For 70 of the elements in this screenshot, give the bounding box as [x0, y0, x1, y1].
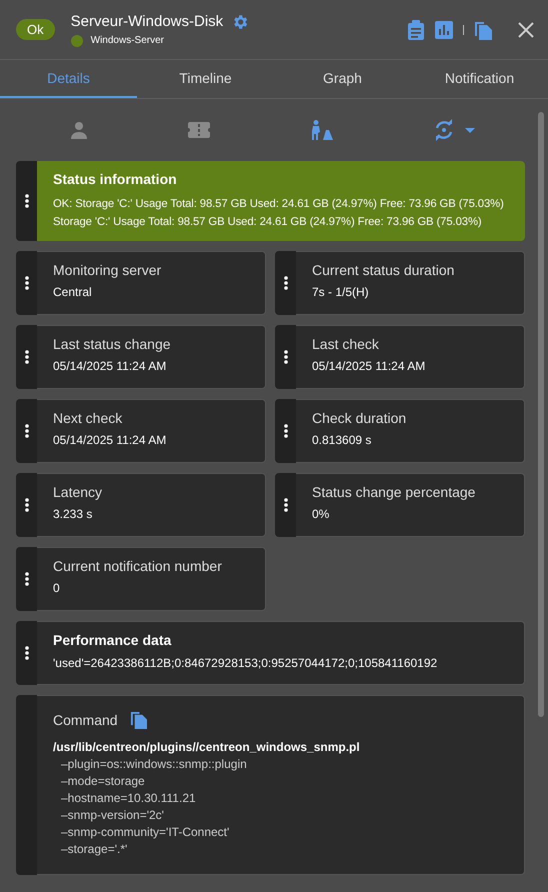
detail-value: 05/14/2025 11:24 AM — [53, 433, 168, 447]
drag-handle[interactable] — [16, 251, 37, 315]
drag-handle[interactable] — [16, 621, 37, 685]
copy-icon[interactable] — [474, 20, 492, 40]
dots-icon — [24, 424, 28, 438]
status-output: Storage 'C:' Usage Total: 98.57 GB Used: 24.61 GB (24.97%) Free: 73.96 GB (75.03%) — [53, 215, 483, 230]
person-icon[interactable] — [70, 121, 88, 139]
drag-handle[interactable] — [275, 251, 296, 315]
detail-label: Current notification number — [53, 558, 223, 574]
command-argument: –hostname=10.30.111.21 — [60, 790, 197, 807]
command-argument: –snmp-version='2c' — [60, 807, 165, 824]
scrollbar[interactable] — [538, 112, 544, 717]
chart-icon[interactable] — [435, 20, 453, 38]
drag-handle[interactable] — [16, 325, 37, 389]
dots-icon — [284, 276, 288, 290]
drag-handle[interactable] — [16, 161, 37, 241]
detail-label: Next check — [53, 410, 124, 426]
drag-handle[interactable] — [16, 473, 37, 537]
dots-icon — [24, 572, 28, 586]
tab[interactable]: Notification — [411, 60, 548, 98]
command-argument: –mode=storage — [60, 773, 146, 790]
status-output: OK: Storage 'C:' Usage Total: 98.57 GB Used: 24.61 GB (24.97%) Free: 73.96 GB (75.03%) — [53, 197, 505, 212]
drag-handle[interactable] — [16, 547, 37, 611]
command-path: /usr/lib/centreon/plugins//centreon_windows_snmp.pl — [53, 739, 361, 756]
performance-value: 'used'=26423386112B;0:84672928153;0:95257044172;0;105841160192 — [53, 656, 438, 670]
dots-icon — [284, 424, 288, 438]
detail-value: 3.233 s — [53, 507, 94, 521]
command-title: Command — [53, 712, 118, 728]
detail-label: Current status duration — [312, 262, 456, 278]
detail-value: 7s - 1/5(H) — [312, 285, 370, 299]
detail-value: 05/14/2025 11:24 AM — [53, 359, 168, 373]
detail-label: Latency — [53, 484, 104, 500]
drag-handle[interactable] — [16, 695, 37, 875]
dots-icon — [24, 498, 28, 512]
detail-value: 0% — [312, 507, 330, 521]
clipboard-icon[interactable] — [407, 20, 425, 40]
card-title: Performance data — [53, 632, 172, 648]
dots-icon — [24, 276, 28, 290]
tab[interactable]: Graph — [274, 60, 411, 98]
drag-handle[interactable] — [16, 399, 37, 463]
host-name: Windows-Server — [90, 35, 164, 46]
ticket-icon[interactable] — [188, 122, 210, 138]
dots-icon — [284, 498, 288, 512]
worker-icon[interactable] — [310, 120, 333, 140]
dots-icon — [284, 350, 288, 364]
dots-icon — [24, 194, 28, 208]
detail-label: Check duration — [312, 410, 408, 426]
detail-value: 05/14/2025 11:24 AM — [312, 359, 426, 373]
dots-icon — [24, 646, 28, 660]
detail-label: Status change percentage — [312, 484, 476, 500]
close-icon[interactable] — [518, 22, 534, 38]
copy-icon[interactable] — [130, 710, 147, 729]
detail-value: 0 — [53, 581, 61, 595]
resource-title: Serveur-Windows-Disk — [70, 13, 224, 30]
detail-label: Monitoring server — [53, 262, 162, 278]
status-chip: Ok — [16, 19, 55, 40]
command-argument: –snmp-community='IT-Connect' — [60, 824, 230, 841]
drag-handle[interactable] — [275, 325, 296, 389]
detail-label: Last check — [312, 336, 380, 352]
tab[interactable]: Timeline — [137, 60, 274, 98]
detail-label: Last status change — [53, 336, 172, 352]
command-argument: –plugin=os::windows::snmp::plugin — [60, 756, 248, 773]
card-title: Status information — [53, 171, 178, 187]
drag-handle[interactable] — [275, 473, 296, 537]
dots-icon — [24, 350, 28, 364]
caret-icon[interactable] — [464, 128, 475, 132]
detail-value: Central — [53, 285, 93, 299]
drag-handle[interactable] — [275, 399, 296, 463]
detail-value: 0.813609 s — [312, 433, 372, 447]
command-argument: –storage='.*' — [60, 841, 128, 858]
